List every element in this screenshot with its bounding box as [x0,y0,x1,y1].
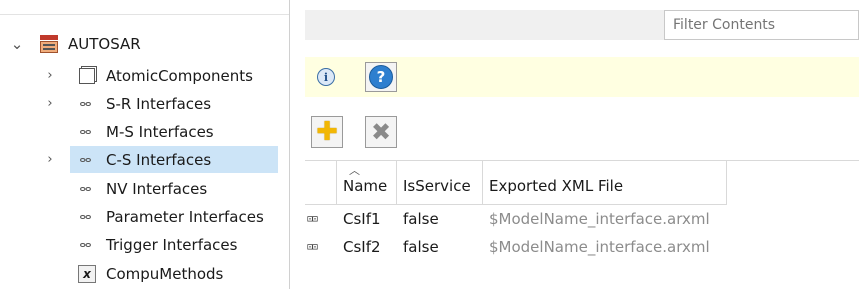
cell-name[interactable]: CsIf1 [343,210,381,228]
cell-xml-file[interactable]: $ModelName_interface.arxml [489,210,710,228]
column-header-name[interactable]: ︿ Name [337,161,397,205]
interface-icon: ⴰⴰ [79,239,92,250]
cell-isservice[interactable]: false [403,238,439,256]
cell-xml-file[interactable]: $ModelName_interface.arxml [489,238,710,256]
compu-method-icon: x [78,264,96,283]
interface-icon: ⴰⴰ [79,126,92,137]
interface-icon: ⴰⴰ [79,98,92,109]
panel-splitter[interactable] [289,0,290,289]
chevron-right-icon[interactable]: › [43,96,57,111]
sort-ascending-icon: ︿ [349,164,360,177]
table-row[interactable]: ⊡⊡ CsIf1 false $ModelName_interface.arxm… [305,205,859,233]
component-box-icon [78,67,96,85]
interface-icon: ⴰⴰ [79,183,92,194]
column-header-label: Name [343,177,388,195]
interface-icon: ⊡⊡ [307,241,318,253]
add-button[interactable]: ✚ [311,116,343,148]
help-icon: ? [369,65,393,89]
column-header-isservice[interactable]: IsService [397,161,483,205]
table-row[interactable]: ⊡⊡ CsIf2 false $ModelName_interface.arxm… [305,233,859,261]
cell-name[interactable]: CsIf2 [343,238,381,256]
tree-item-label: NV Interfaces [106,179,208,198]
chevron-right-icon[interactable]: › [43,152,57,167]
column-header-xml-file[interactable]: Exported XML File [483,161,727,205]
tree-header-strip [0,0,289,15]
tree-item-label: C-S Interfaces [106,150,212,169]
tree-panel: ⌄ AUTOSAR › AtomicComponents › ⴰⴰ S-R In… [0,0,289,289]
chevron-right-icon[interactable]: › [43,68,57,83]
interfaces-table: ︿ Name IsService Exported XML File ⊡⊡ Cs… [305,160,859,290]
tree-item-label: Trigger Interfaces [106,235,238,254]
info-bar: i ? [305,57,859,97]
chevron-down-icon[interactable]: ⌄ [10,35,24,53]
cell-isservice[interactable]: false [403,210,439,228]
tree-item-label: M-S Interfaces [106,122,214,141]
tree-item-label: AtomicComponents [106,66,253,85]
info-icon: i [317,68,335,86]
tree-item-label: Parameter Interfaces [106,207,264,226]
interface-icon: ⴰⴰ [79,211,92,222]
tree-item-label: S-R Interfaces [106,94,212,113]
column-header-label: IsService [403,177,471,195]
interface-icon: ⊡⊡ [307,213,318,225]
package-icon [40,34,58,53]
delete-button[interactable]: ✖ [365,116,397,148]
filter-input[interactable] [664,10,859,40]
help-button[interactable]: ? [365,62,397,92]
delete-icon: ✖ [370,118,392,146]
add-icon: ✚ [316,117,338,147]
column-header-icon [305,161,337,205]
info-button[interactable]: i [312,63,340,91]
column-header-label: Exported XML File [489,177,624,195]
table-toolbar: ✚ ✖ [305,110,859,154]
interface-icon: ⴰⴰ [79,154,92,165]
tree-root-label: AUTOSAR [68,34,141,53]
tree-item-label: CompuMethods [106,264,224,283]
